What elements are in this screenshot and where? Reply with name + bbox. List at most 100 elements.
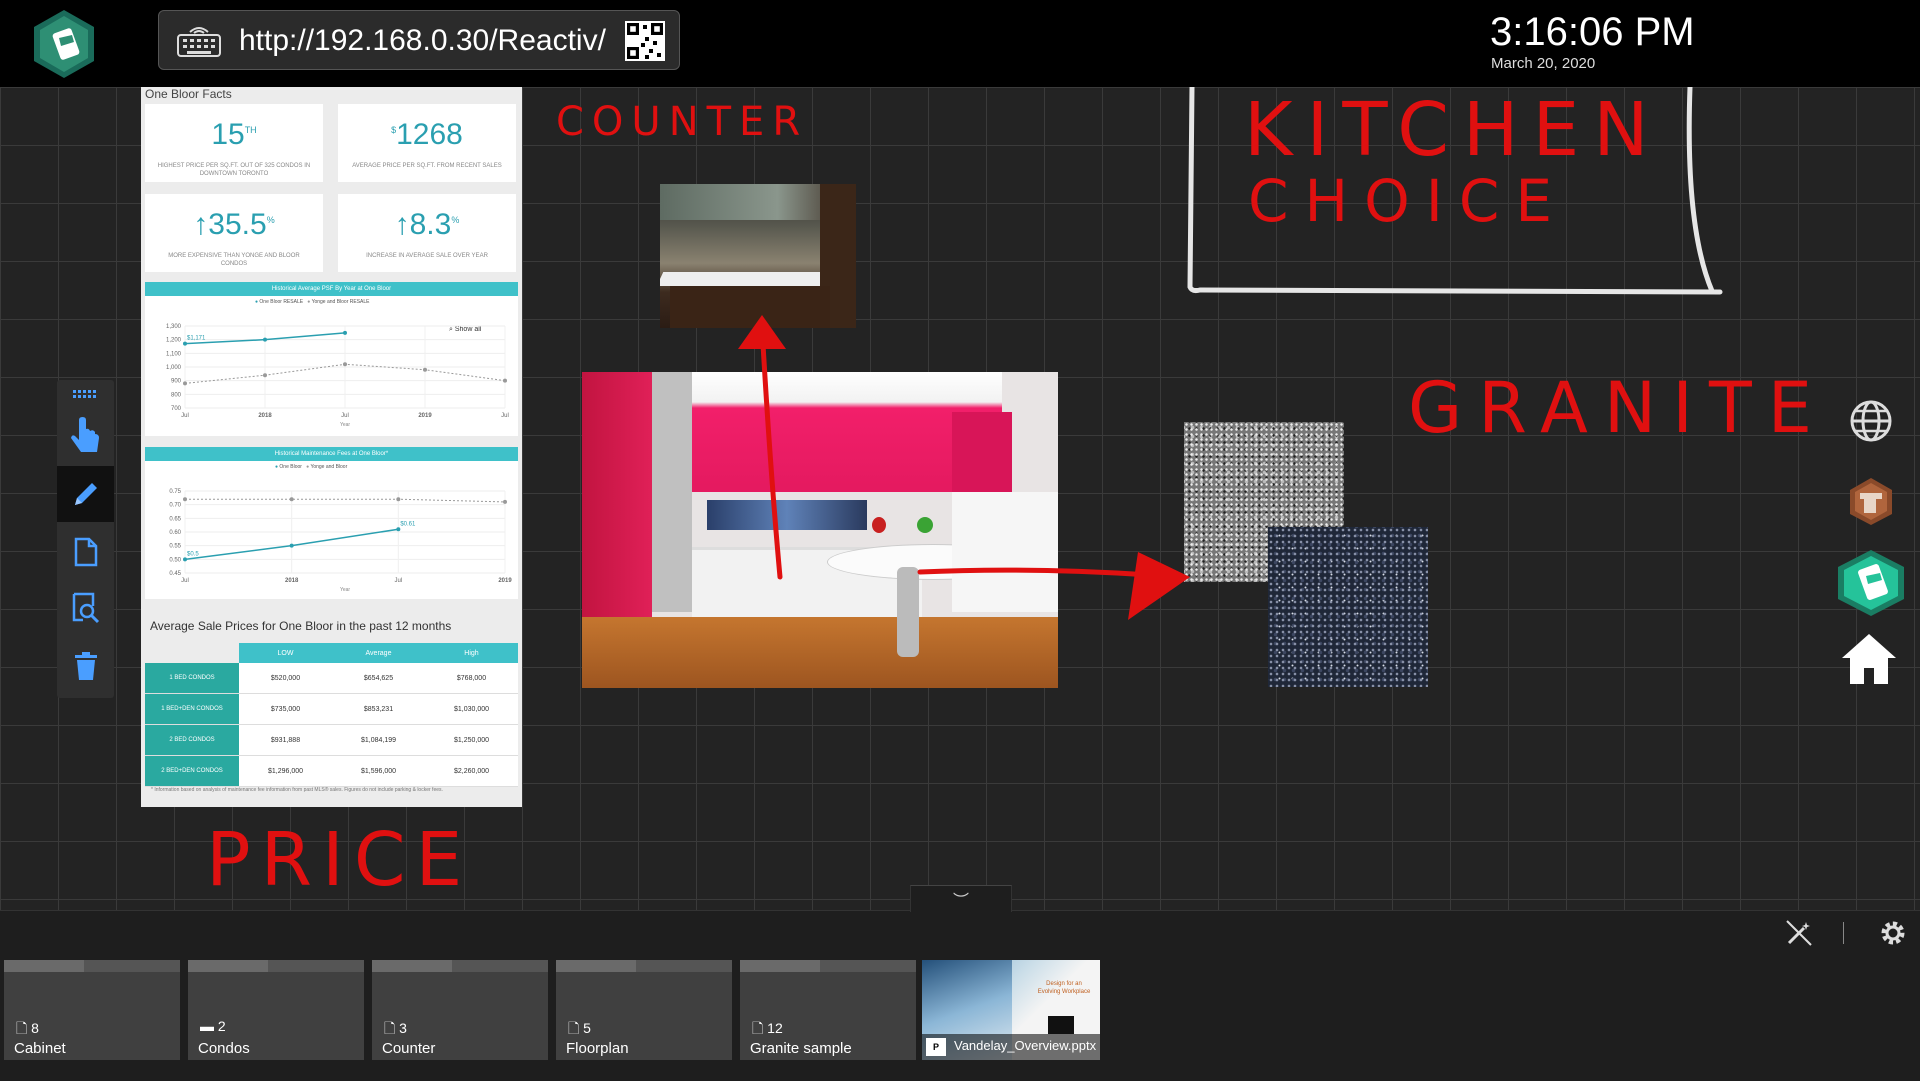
gear-icon[interactable] (1878, 918, 1908, 948)
cell-avg: $654,625 (332, 663, 425, 694)
file-label: Vandelay_Overview.pptx (954, 1038, 1097, 1053)
folder-count: 8 (31, 1020, 39, 1036)
app-switch-icon[interactable] (1834, 548, 1908, 618)
cell-low: $931,888 (239, 724, 332, 756)
price-table: LOW Average High 1 BED CONDOS $520,000 $… (145, 643, 518, 787)
data-point (263, 373, 267, 378)
tray-divider (1843, 922, 1844, 944)
x-tick-label: Jul (501, 413, 509, 419)
data-label: $0.5 (187, 551, 199, 557)
x-tick-label: Jul (394, 578, 402, 584)
data-point (289, 497, 294, 502)
y-tick-label: 1,300 (166, 324, 182, 330)
stat-desc: AVERAGE PRICE PER SQ.FT. FROM RECENT SAL… (352, 163, 502, 169)
x-tick-label: 2019 (498, 578, 512, 584)
folder-granite-sample[interactable]: 🗋 12 Granite sample (740, 960, 916, 1060)
zoom-tool[interactable] (57, 580, 114, 636)
connection-url: http://192.168.0.30/Reactiv/ (239, 24, 606, 57)
delete-tool[interactable] (57, 638, 114, 694)
data-point (183, 381, 187, 386)
folder-counter[interactable]: 🗋 3 Counter (372, 960, 548, 1060)
granite-sample-dark[interactable] (1268, 527, 1428, 687)
folder-count: 2 (217, 1018, 226, 1034)
kitchen-note: KITCHEN (1244, 87, 1663, 173)
folder-count: 3 (399, 1020, 407, 1036)
folder-label: Cabinet (14, 1040, 66, 1057)
tool-palette (57, 380, 114, 698)
one-bloor-facts-document[interactable]: One Bloor Facts 15TH HIGHEST PRICE PER S… (141, 87, 522, 807)
data-point (289, 543, 294, 548)
table-header: Average (332, 643, 425, 663)
table-row: 1 BED+DEN CONDOS $735,000 $853,231 $1,03… (145, 693, 518, 725)
file-vandelay-overview[interactable]: Design for an Evolving Workplace P Vande… (922, 960, 1100, 1060)
stat-sup: % (266, 215, 275, 225)
x-tick-label: 2019 (418, 413, 432, 419)
sheet-title: One Bloor Facts (145, 87, 232, 101)
cell-high: $1,250,000 (425, 724, 518, 756)
table-row: 2 BED CONDOS $931,888 $1,084,199 $1,250,… (145, 724, 518, 756)
folder-count: 12 (767, 1020, 783, 1036)
cell-high: $1,030,000 (425, 693, 518, 725)
y-tick-label: 0.45 (169, 571, 181, 577)
folder-cabinet[interactable]: 🗋 8 Cabinet (4, 960, 180, 1060)
home-icon[interactable] (1840, 632, 1898, 686)
psf-chart-svg: 1,3001,2001,1001,000900800700Jul 2018 Jul 2… (166, 324, 509, 428)
y-tick-label: 0.55 (169, 544, 181, 550)
data-point (183, 557, 187, 562)
clock-date: March 20, 2020 (1491, 55, 1596, 72)
cell-high: $2,260,000 (425, 755, 518, 787)
data-point (343, 330, 347, 335)
stat-desc: MORE EXPENSIVE THAN YONGE AND BLOOR COND… (168, 253, 300, 267)
folder-label: Granite sample (750, 1040, 852, 1057)
folder-condos[interactable]: ▬ 2 Condos (188, 960, 364, 1060)
folder-count: 5 (583, 1020, 591, 1036)
data-point (423, 367, 427, 372)
y-tick-label: 800 (171, 392, 182, 398)
stat-value: ↑8.3 (394, 208, 452, 241)
maintenance-chart-svg: 0.750.700.650.600.550.500.45Jul 2018 Jul 20… (169, 489, 512, 593)
pen-icon (74, 483, 97, 505)
kitchen-photo[interactable] (582, 372, 1058, 688)
folder-floorplan[interactable]: 🗋 5 Floorplan (556, 960, 732, 1060)
drag-grip-icon (72, 390, 96, 398)
qr-code-icon[interactable] (625, 21, 665, 61)
y-tick-label: 0.70 (169, 503, 181, 509)
row-label: 1 BED CONDOS (145, 663, 239, 694)
price-table-title: Average Sale Prices for One Bloor in the… (150, 619, 452, 633)
folder-label: Counter (382, 1040, 436, 1057)
connection-url-box[interactable]: http://192.168.0.30/Reactiv/ (158, 10, 680, 70)
magic-wand-off-icon[interactable] (1784, 918, 1814, 948)
cell-avg: $1,084,199 (332, 724, 425, 756)
document-tool[interactable] (57, 524, 114, 580)
pen-tool[interactable] (57, 466, 114, 522)
stat-value: 15 (211, 118, 245, 151)
stat-value: 1268 (396, 118, 463, 151)
keyboard-icon (177, 27, 221, 57)
table-header: High (425, 643, 518, 663)
remote-app-icon[interactable] (1846, 476, 1896, 526)
document-icon: 🗋 (16, 1020, 28, 1036)
stat-sup: TH (244, 125, 257, 135)
y-tick-label: 1,200 (166, 338, 182, 344)
tray-collapse-button[interactable]: ︶ (910, 885, 1012, 912)
data-point (343, 362, 347, 367)
powerpoint-icon: P (926, 1038, 946, 1056)
data-point (183, 497, 187, 502)
touch-select-tool[interactable] (57, 408, 114, 464)
psf-chart: Historical Average PSF By Year at One Bl… (145, 282, 518, 436)
row-label: 2 BED CONDOS (145, 724, 239, 756)
globe-icon[interactable] (1846, 396, 1896, 446)
y-tick-label: 1,000 (166, 365, 182, 371)
y-tick-label: 0.60 (169, 530, 181, 536)
app-logo-icon[interactable] (28, 8, 100, 80)
choice-note: CHOICE (1248, 167, 1569, 235)
stat-desc: INCREASE IN AVERAGE SALE OVER YEAR (366, 253, 488, 259)
table-row: 2 BED+DEN CONDOS $1,296,000 $1,596,000 $… (145, 755, 518, 787)
palette-drag-handle[interactable] (57, 380, 114, 408)
x-tick-label: 2018 (285, 578, 299, 584)
counter-photo[interactable] (660, 184, 856, 328)
data-point (396, 527, 401, 532)
cell-low: $735,000 (239, 693, 332, 725)
x-tick-label: Jul (341, 413, 349, 419)
chart-title: Historical Maintenance Fees at One Bloor… (145, 447, 518, 461)
